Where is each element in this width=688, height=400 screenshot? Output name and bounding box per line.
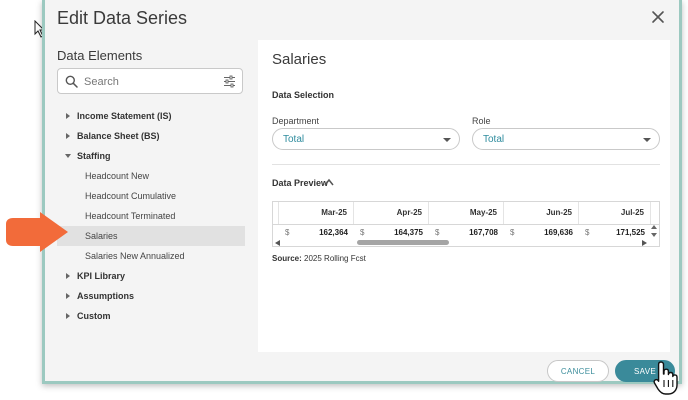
series-title: Salaries <box>272 51 327 68</box>
vertical-scroll-arrows-icon[interactable] <box>651 224 657 238</box>
tree-item-headcount-terminated[interactable]: Headcount Terminated <box>57 206 245 226</box>
tree-item-kpi-library[interactable]: KPI Library <box>57 266 245 286</box>
tree-item-label: Headcount Cumulative <box>85 191 177 201</box>
tree-item-label: Salaries <box>85 231 118 241</box>
cell-value: 169,636 <box>544 228 573 237</box>
tree-item-label: Headcount Terminated <box>85 211 176 221</box>
tree-item-balance-sheet[interactable]: Balance Sheet (BS) <box>57 126 245 146</box>
tree-item-income-statement[interactable]: Income Statement (IS) <box>57 106 245 126</box>
data-elements-tree: Income Statement (IS) Balance Sheet (BS)… <box>57 106 245 326</box>
tree-item-label: Staffing <box>77 151 111 161</box>
grid-header-cell: Apr-25 <box>354 202 429 224</box>
tree-item-headcount-new[interactable]: Headcount New <box>57 166 245 186</box>
grid-header-row: Mar-25 Apr-25 May-25 Jun-25 Jul-25 <box>273 202 659 225</box>
caret-right-icon <box>66 313 70 319</box>
tree-item-assumptions[interactable]: Assumptions <box>57 286 245 306</box>
grid-header-cell: Mar-25 <box>279 202 354 224</box>
data-preview-grid: Mar-25 Apr-25 May-25 Jun-25 Jul-25 $ 162… <box>272 201 660 247</box>
grid-header-cell: May-25 <box>429 202 504 224</box>
close-icon[interactable] <box>649 8 667 26</box>
data-elements-heading: Data Elements <box>57 48 143 63</box>
grid-header-cell: Jul-25 <box>579 202 651 224</box>
caret-right-icon <box>66 113 70 119</box>
caret-right-icon <box>66 133 70 139</box>
chevron-down-icon <box>643 138 651 142</box>
data-elements-pane: Data Elements Income Statement (IS) Bala <box>45 40 255 352</box>
department-label: Department <box>272 116 320 126</box>
scroll-thumb[interactable] <box>357 240 449 245</box>
horizontal-scrollbar[interactable] <box>273 240 659 246</box>
tree-item-headcount-cumulative[interactable]: Headcount Cumulative <box>57 186 245 206</box>
tree-item-label: Balance Sheet (BS) <box>77 131 160 141</box>
tree-item-salaries[interactable]: Salaries <box>57 226 245 246</box>
cell-value: 164,375 <box>394 228 423 237</box>
source-label: Source: <box>272 254 302 263</box>
source-line: Source: 2025 Rolling Fcst <box>272 254 366 263</box>
page-background <box>0 0 46 400</box>
tree-item-custom[interactable]: Custom <box>57 306 245 326</box>
tree-item-salaries-new-annualized[interactable]: Salaries New Annualized <box>57 246 245 266</box>
edit-data-series-dialog: Edit Data Series Data Elements Income St… <box>42 0 682 384</box>
cell-value: 171,525 <box>616 228 645 237</box>
tree-item-staffing[interactable]: Staffing <box>57 146 245 166</box>
hand-cursor-icon <box>653 361 678 395</box>
role-label: Role <box>472 116 491 126</box>
dialog-footer: CANCEL SAVE <box>45 352 679 384</box>
series-detail-pane: Salaries Data Selection Department Total… <box>258 40 670 352</box>
search-box <box>57 68 243 94</box>
search-input[interactable] <box>82 72 216 92</box>
data-selection-heading: Data Selection <box>272 90 335 100</box>
chevron-down-icon <box>443 138 451 142</box>
department-value: Total <box>283 134 305 145</box>
scroll-right-arrow-icon[interactable] <box>642 240 647 246</box>
tree-item-label: Income Statement (IS) <box>77 111 172 121</box>
arrow-pointer-icon <box>6 212 68 252</box>
dialog-title: Edit Data Series <box>57 8 188 28</box>
data-preview-heading: Data Preview <box>272 178 329 188</box>
source-value: 2025 Rolling Fcst <box>304 254 366 263</box>
role-value: Total <box>483 134 505 145</box>
caret-right-icon <box>66 273 70 279</box>
tree-item-label: Salaries New Annualized <box>85 251 185 261</box>
tree-item-label: KPI Library <box>77 271 126 281</box>
tree-item-label: Custom <box>77 311 111 321</box>
tree-item-label: Headcount New <box>85 171 150 181</box>
cell-value: 167,708 <box>469 228 498 237</box>
chevron-up-icon[interactable] <box>324 178 334 186</box>
scroll-left-arrow-icon[interactable] <box>275 240 280 246</box>
caret-down-icon <box>65 154 71 158</box>
department-select[interactable]: Total <box>272 128 460 150</box>
caret-right-icon <box>66 293 70 299</box>
grid-header-cell: Jun-25 <box>504 202 579 224</box>
cancel-button[interactable]: CANCEL <box>547 360 609 382</box>
filter-settings-icon[interactable] <box>223 75 236 88</box>
role-select[interactable]: Total <box>472 128 660 150</box>
cell-value: 162,364 <box>319 228 348 237</box>
search-icon <box>65 75 78 88</box>
tree-item-label: Assumptions <box>77 291 135 301</box>
section-divider <box>272 164 660 165</box>
